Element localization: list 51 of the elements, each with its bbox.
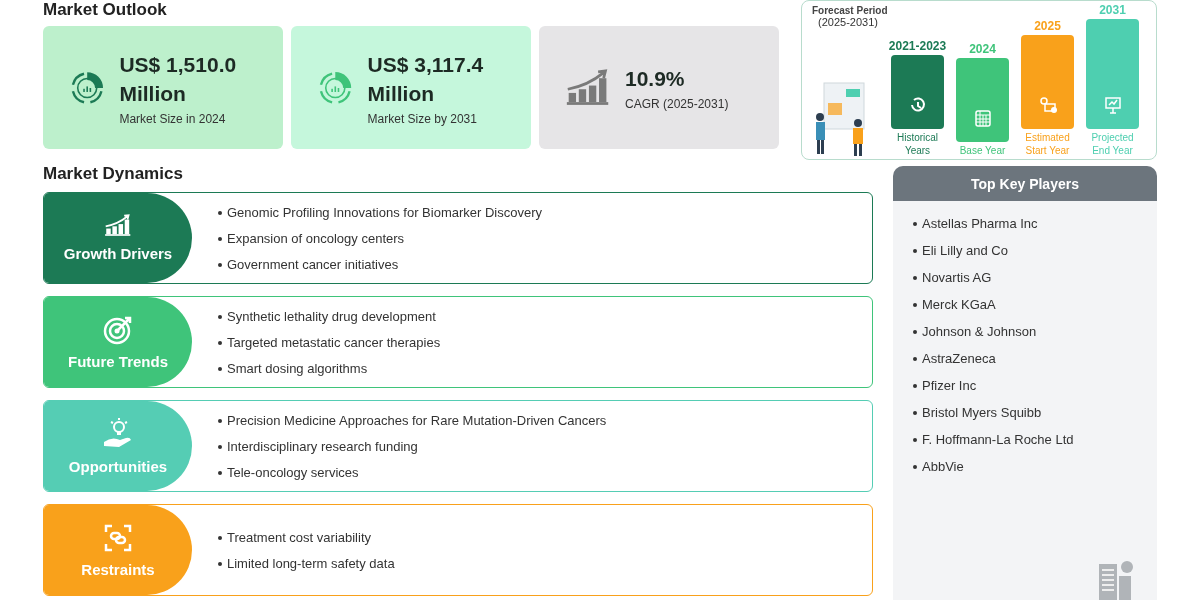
period-year: 2025 (1034, 19, 1061, 33)
bullet-item: Smart dosing algorithms (218, 359, 441, 377)
bullet-item: Targeted metastatic cancer therapies (218, 333, 441, 351)
calendar-icon (972, 108, 993, 128)
period-label: Estimated Start Year (1024, 131, 1071, 157)
player-item: Merck KGaA (913, 296, 1157, 313)
category-label: Growth Drivers (63, 244, 173, 262)
growth-chart-icon (565, 69, 611, 106)
period-label: Projected End Year (1090, 131, 1135, 157)
stat-value: US$ 3,117.4 Million (367, 51, 485, 107)
player-item: Johnson & Johnson (913, 323, 1157, 340)
period-year: 2021-2023 (888, 39, 947, 53)
period-year: 2024 (969, 42, 996, 56)
players-header: Top Key Players (893, 166, 1157, 201)
player-item: AstraZeneca (913, 350, 1157, 367)
player-item: Astellas Pharma Inc (913, 215, 1157, 232)
stat-caption: Market Size in 2024 (119, 111, 227, 126)
player-item: Pfizer Inc (913, 377, 1157, 394)
target-icon (103, 314, 133, 345)
category-label: Future Trends (68, 352, 168, 370)
player-item: Eli Lilly and Co (913, 242, 1157, 259)
forecast-range: (2025-2031) (817, 16, 879, 28)
player-item: AbbVie (913, 458, 1157, 475)
stat-caption: CAGR (2025-2031) (625, 97, 729, 111)
stat-value: 10.9% (625, 66, 686, 92)
gear-monitor-icon (1037, 95, 1058, 115)
section-heading: Market Dynamics (43, 164, 184, 184)
bullet-item: Precision Medicine Approaches for Rare Mutation-Driven Cancers (218, 411, 607, 429)
bullet-item: Limited long-term safety data (218, 554, 395, 572)
section-heading: Market Outlook (43, 0, 168, 20)
bullet-item: Treatment cost variability (218, 528, 395, 546)
player-item: F. Hoffmann-La Roche Ltd (913, 431, 1157, 448)
bullet-item: Genomic Profiling Innovations for Biomarker Discovery (218, 203, 542, 221)
bullet-item: Tele-oncology services (218, 463, 607, 481)
broken-link-icon (103, 522, 133, 553)
player-item: Novartis AG (913, 269, 1157, 286)
bullet-item: Interdisciplinary research funding (218, 437, 607, 455)
lightbulb-hand-icon (102, 417, 134, 450)
period-year: 2031 (1099, 3, 1126, 17)
stat-caption: Market Size by 2031 (367, 111, 478, 126)
period-label: Base Year (958, 144, 1007, 157)
category-label: Restraints (81, 560, 155, 578)
category-label: Opportunities (68, 457, 168, 475)
growth-chart-icon (104, 214, 132, 237)
player-item: Bristol Myers Squibb (913, 404, 1157, 421)
stat-value: US$ 1,510.0 Million (119, 51, 238, 107)
bullet-item: Government cancer initiatives (218, 255, 542, 273)
presentation-board-icon (1102, 95, 1123, 115)
period-label: Historical Years (895, 131, 940, 157)
bullet-item: Expansion of oncology centers (218, 229, 542, 247)
bullet-item: Synthetic lethality drug development (218, 307, 441, 325)
